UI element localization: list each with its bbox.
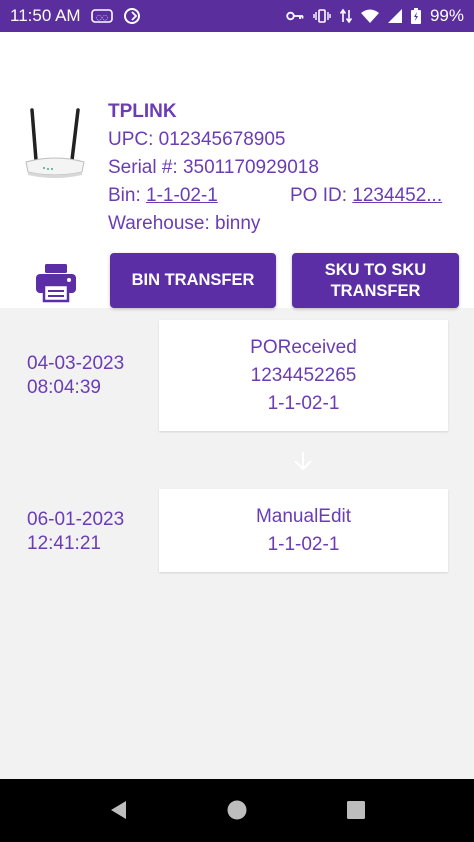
battery-charging-icon (410, 8, 421, 24)
wifi-icon (360, 9, 379, 23)
po-field: PO ID: 1234452... (290, 182, 442, 210)
router-image (22, 108, 88, 182)
timeline-date: 04-03-2023 (27, 353, 125, 374)
bin-field: Bin: 1-1-02-1 (108, 182, 290, 210)
event-type: ManualEdit (255, 505, 352, 527)
sku-transfer-label-line1: SKU TO SKU (324, 260, 427, 279)
bin-po-row: Bin: 1-1-02-1 PO ID: 1234452... (108, 182, 453, 210)
battery-percent: 99% (429, 6, 464, 25)
key-icon (286, 10, 304, 22)
event-bin: 1-1-02-1 (267, 392, 340, 414)
arrow-down-icon (292, 450, 314, 472)
recents-square-icon[interactable] (344, 798, 368, 822)
event-bin: 1-1-02-1 (267, 533, 340, 555)
timeline-date-2: 06-01-2023 12:41:21 (27, 508, 124, 556)
event-po: 1234452265 (250, 364, 357, 386)
printer-icon (35, 263, 77, 308)
timeline-time: 08:04:39 (27, 377, 101, 398)
event-type: POReceived (250, 336, 357, 358)
back-triangle-icon[interactable] (106, 798, 130, 822)
cast-icon: ◌◌ (90, 9, 113, 23)
svg-text:◌◌: ◌◌ (95, 14, 107, 22)
status-time: 11:50 AM (10, 6, 81, 25)
home-circle-icon[interactable] (225, 798, 249, 822)
signal-icon (387, 9, 402, 23)
po-label: PO ID: (290, 185, 353, 206)
timeline-time: 12:41:21 (27, 533, 101, 554)
timeline-date-1: 04-03-2023 08:04:39 (27, 352, 124, 400)
sku-to-sku-transfer-button[interactable]: SKU TO SKU TRANSFER (292, 253, 459, 308)
timeline-date: 06-01-2023 (27, 509, 125, 530)
bin-label: Bin: (108, 185, 147, 206)
sku-transfer-label-line2: TRANSFER (330, 281, 421, 300)
product-header-card: TPLINK UPC: 012345678905 Serial #: 35011… (0, 32, 474, 308)
product-warehouse: Warehouse: binny (108, 213, 261, 234)
bin-transfer-button[interactable]: BIN TRANSFER (110, 253, 276, 308)
bin-link[interactable]: 1-1-02-1 (146, 185, 218, 206)
data-arrows-icon (339, 8, 352, 24)
system-nav-bar (0, 779, 474, 842)
timeline-event-card-2[interactable]: ManualEdit 1-1-02-1 (159, 489, 448, 572)
product-serial: Serial #: 3501170929018 (108, 157, 319, 178)
status-bar: 11:50 AM ◌◌ 99% (0, 0, 474, 32)
product-upc: UPC: 012345678905 (108, 129, 286, 150)
vibrate-icon (313, 8, 331, 24)
data-saver-icon (123, 7, 141, 25)
po-link[interactable]: 1234452... (352, 185, 442, 206)
product-title: TPLINK (108, 101, 177, 122)
product-info: TPLINK UPC: 012345678905 Serial #: 35011… (108, 98, 453, 238)
print-button[interactable] (32, 263, 80, 308)
timeline-event-card-1[interactable]: POReceived 1234452265 1-1-02-1 (159, 320, 448, 431)
